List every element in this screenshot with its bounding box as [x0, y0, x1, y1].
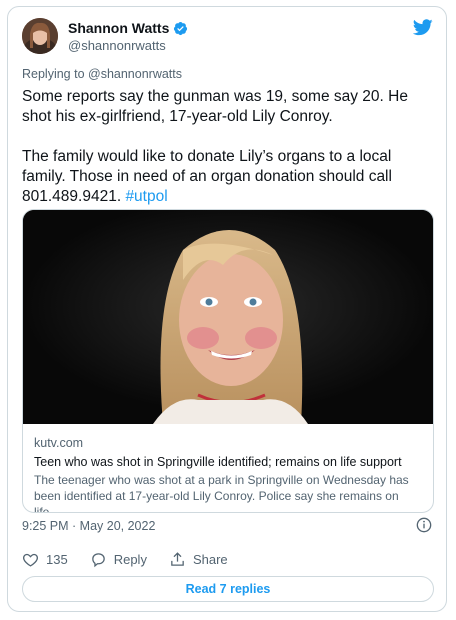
twitter-bird-icon[interactable] [413, 19, 433, 36]
like-button[interactable]: 135 [22, 551, 68, 568]
info-icon[interactable] [416, 517, 432, 533]
reply-button[interactable]: Reply [90, 551, 147, 568]
hashtag-link[interactable]: #utpol [125, 188, 167, 205]
tweet-timestamp[interactable]: 9:25 PM · May 20, 2022 [22, 519, 155, 533]
action-bar: 135 Reply Share [22, 551, 250, 568]
link-card[interactable]: kutv.com Teen who was shot in Springvill… [22, 209, 434, 513]
like-count: 135 [46, 552, 68, 567]
reply-icon [91, 553, 105, 568]
tweet-text: Some reports say the gunman was 19, some… [22, 87, 434, 207]
share-icon [171, 552, 184, 566]
replying-to: Replying to @shannonrwatts [22, 67, 182, 81]
link-description: The teenager who was shot at a park in S… [34, 473, 409, 513]
heart-icon [23, 553, 38, 567]
author-handle[interactable]: @shannonrwatts [68, 38, 166, 53]
tweet-card: Shannon Watts @shannonrwatts Replying to… [7, 6, 447, 612]
link-title: Teen who was shot in Springville identif… [34, 455, 402, 469]
share-label: Share [192, 552, 228, 567]
share-button[interactable]: Share [169, 551, 228, 568]
verified-badge-icon [174, 21, 188, 35]
article-photo[interactable] [23, 210, 433, 424]
link-domain: kutv.com [34, 436, 84, 450]
tweet-body: Some reports say the gunman was 19, some… [22, 88, 408, 205]
read-replies-button[interactable]: Read 7 replies [22, 576, 434, 602]
avatar[interactable] [22, 18, 58, 54]
author-name[interactable]: Shannon Watts [68, 20, 169, 36]
reply-label: Reply [113, 552, 147, 567]
